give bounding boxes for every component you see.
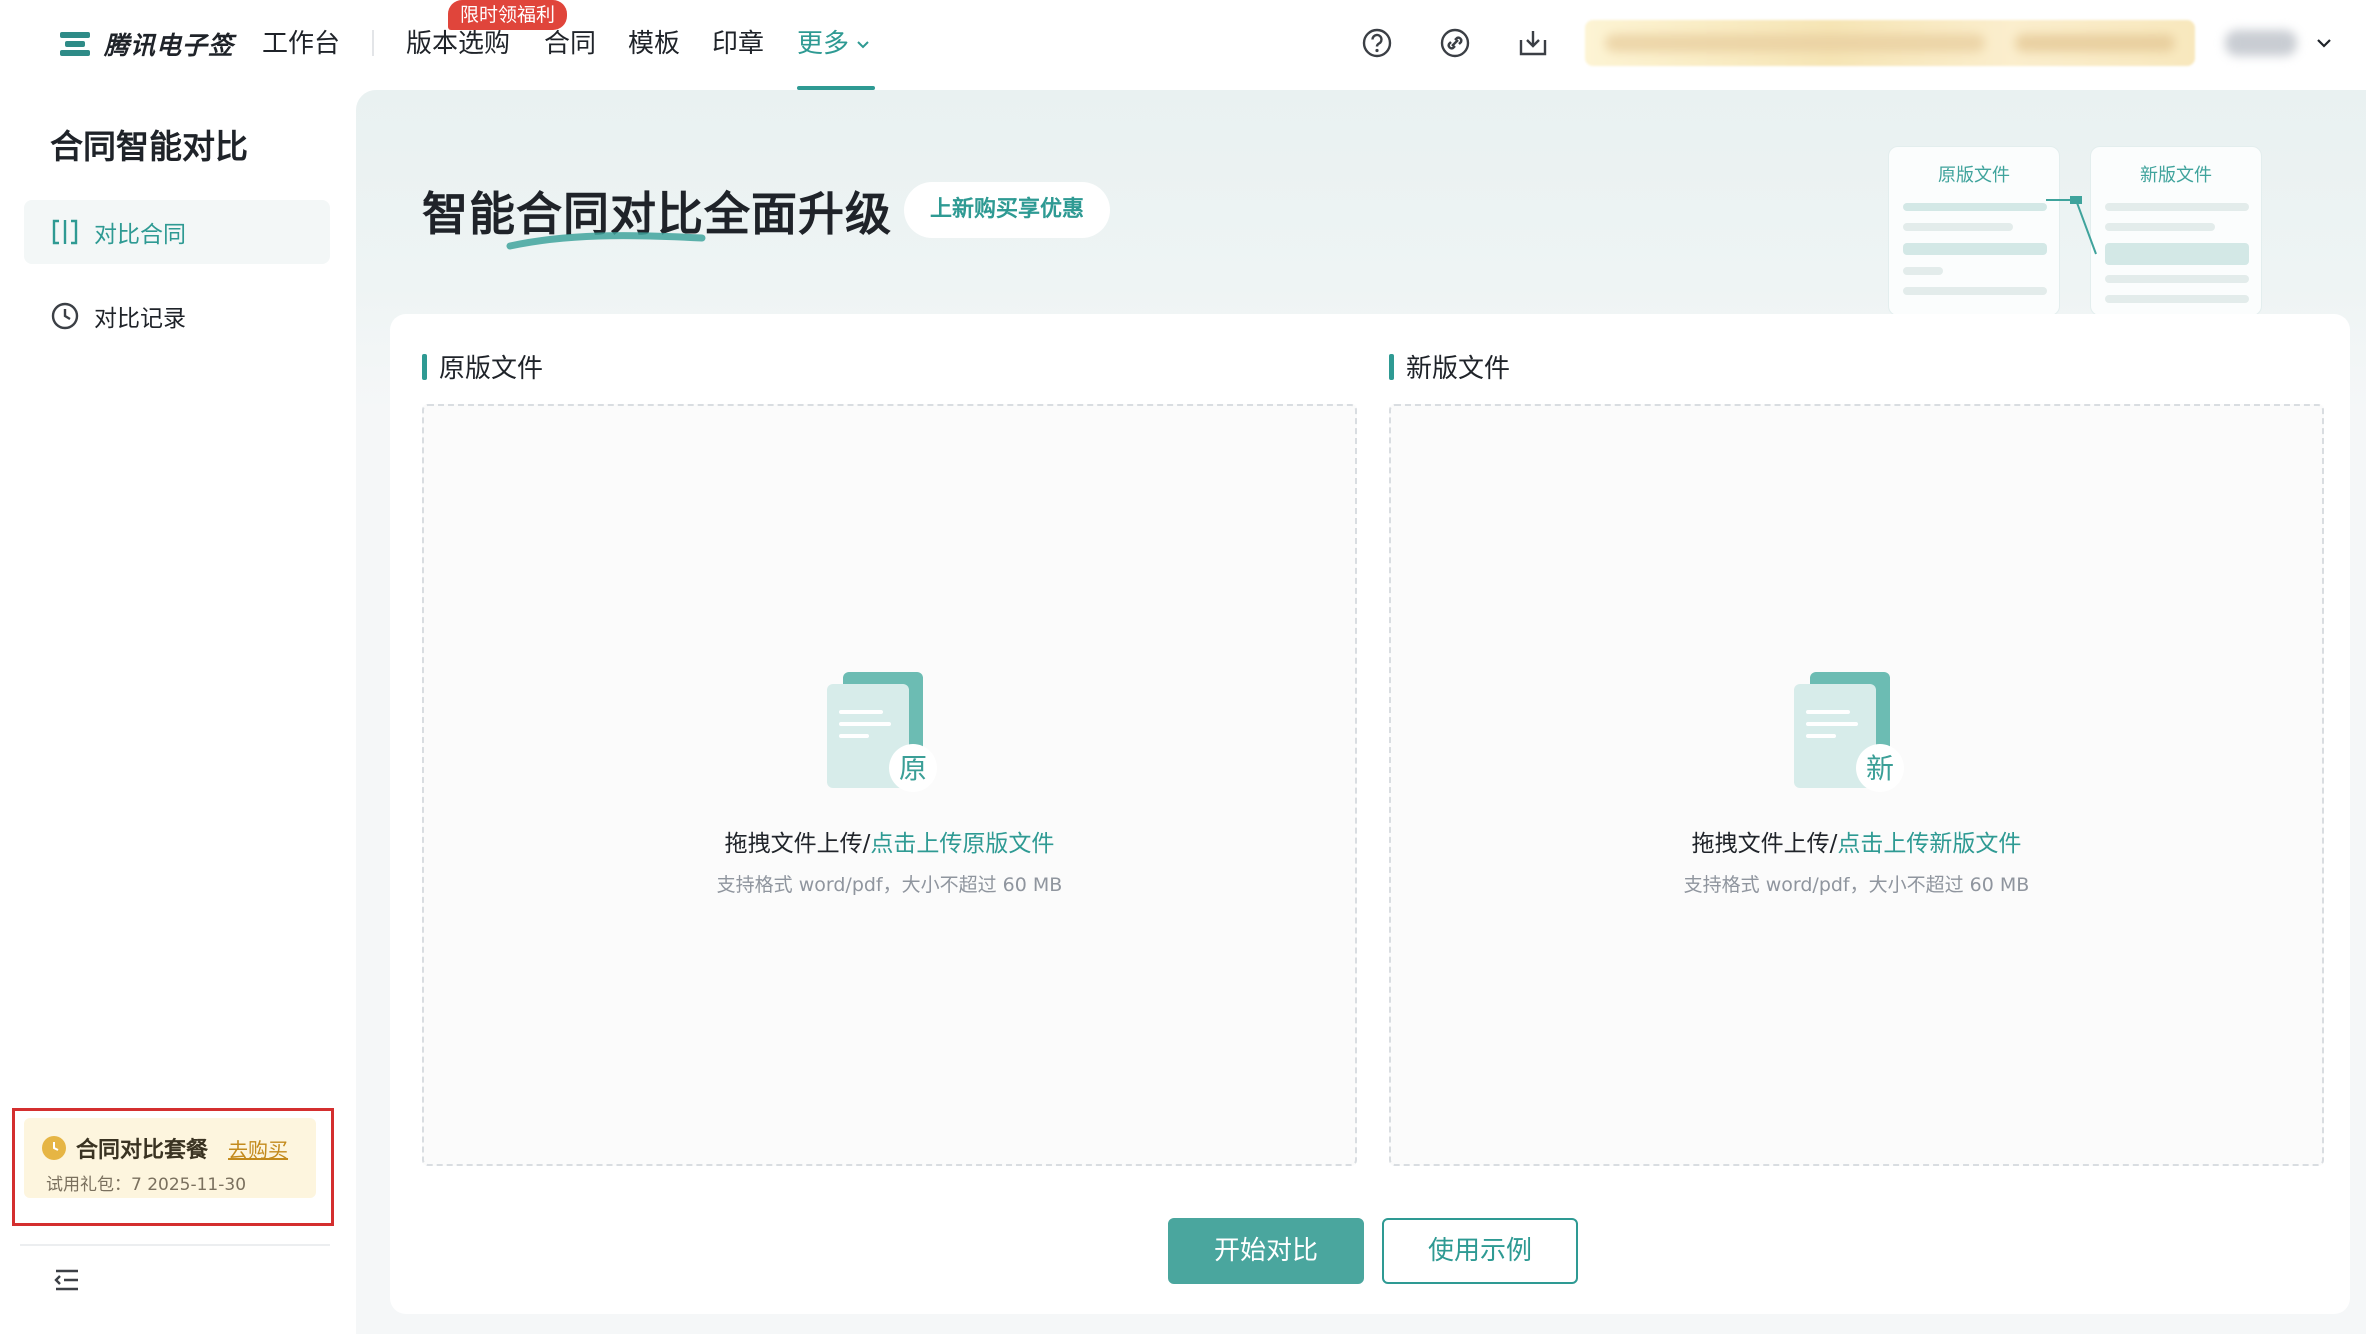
account-info-redacted[interactable] (1585, 20, 2195, 66)
illustration-new-card: 新版文件 (2090, 146, 2262, 316)
nav-contract[interactable]: 合同 (544, 22, 596, 66)
illustration-original-label: 原版文件 (1938, 165, 2010, 186)
illustration-connector (2046, 196, 2097, 255)
collapse-sidebar-icon[interactable] (48, 1262, 84, 1298)
nav-workbench[interactable]: 工作台 (262, 22, 340, 66)
nav-more-label: 更多 (797, 29, 850, 59)
sidebar-item-label: 对比记录 (94, 306, 186, 332)
nav-divider (372, 30, 374, 56)
download-icon[interactable] (1516, 26, 1550, 60)
logo-text: 腾讯电子签 (104, 31, 235, 60)
title-underline-swoosh (506, 232, 706, 250)
link-icon[interactable] (1438, 26, 1472, 60)
sidebar-title: 合同智能对比 (50, 127, 248, 166)
drag-upload-text: 拖拽文件上传/ (1691, 831, 1838, 857)
drag-upload-text: 拖拽文件上传/ (724, 831, 871, 857)
sidebar-item-compare-contract[interactable]: 对比合同 (24, 200, 330, 264)
sidebar-divider (20, 1244, 330, 1246)
new-file-heading: 新版文件 (1389, 348, 1510, 385)
new-document-icon: 新 (1794, 672, 1904, 792)
sidebar-item-label: 对比合同 (94, 222, 186, 248)
nav-template[interactable]: 模板 (628, 22, 680, 66)
package-highlight-box (12, 1108, 334, 1226)
user-menu-chevron-icon[interactable] (2313, 32, 2335, 54)
chevron-down-icon (857, 41, 869, 49)
new-format-hint: 支持格式 word/pdf，大小不超过 60 MB (1683, 874, 2030, 896)
original-file-heading: 原版文件 (422, 348, 543, 385)
upload-panel: 原版文件 新版文件 原 拖拽文件上传/点击上传原版文件 支持格式 word/pd… (390, 314, 2350, 1314)
original-file-heading-text: 原版文件 (439, 354, 544, 384)
help-circle-icon[interactable] (1360, 26, 1394, 60)
nav-seal[interactable]: 印章 (712, 22, 764, 66)
app-logo[interactable]: 腾讯电子签 (60, 24, 234, 64)
original-format-hint: 支持格式 word/pdf，大小不超过 60 MB (716, 874, 1063, 896)
use-example-button[interactable]: 使用示例 (1382, 1218, 1578, 1284)
original-badge: 原 (899, 752, 927, 785)
new-file-heading-text: 新版文件 (1406, 354, 1511, 384)
user-name-redacted[interactable] (2225, 30, 2297, 56)
new-upload-text: 拖拽文件上传/点击上传新版文件 (1391, 824, 2322, 858)
sidebar: 合同智能对比 对比合同 对比记录 合同对比套餐 去购买 试用礼包：7 2025-… (0, 90, 356, 1334)
nav-more[interactable]: 更多 (797, 22, 871, 66)
original-file-dropzone[interactable]: 原 拖拽文件上传/点击上传原版文件 支持格式 word/pdf，大小不超过 60… (422, 404, 1357, 1166)
new-badge: 新 (1866, 752, 1894, 785)
new-file-dropzone[interactable]: 新 拖拽文件上传/点击上传新版文件 支持格式 word/pdf，大小不超过 60… (1389, 404, 2324, 1166)
illustration-original-card: 原版文件 (1888, 146, 2060, 316)
top-navigation-bar: 腾讯电子签 工作台 版本选购 限时领福利 合同 模板 印章 更多 (0, 0, 2366, 90)
compare-icon (52, 219, 78, 245)
start-compare-button[interactable]: 开始对比 (1168, 1218, 1364, 1284)
sidebar-item-compare-history[interactable]: 对比记录 (24, 284, 330, 348)
promo-pill[interactable]: 上新购买享优惠 (904, 182, 1111, 238)
logo-mark-icon (60, 30, 94, 58)
main-content: 智能合同对比全面升级 上新购买享优惠 原版文件 新版文件 原版文件 新版文件 原… (356, 90, 2366, 1334)
original-document-icon: 原 (827, 672, 937, 792)
upload-original-link[interactable]: 点击上传原版文件 (870, 831, 1054, 857)
original-upload-text: 拖拽文件上传/点击上传原版文件 (424, 824, 1355, 858)
upload-new-link[interactable]: 点击上传新版文件 (1837, 831, 2021, 857)
clock-icon (51, 302, 79, 330)
illustration-new-label: 新版文件 (2140, 165, 2212, 186)
